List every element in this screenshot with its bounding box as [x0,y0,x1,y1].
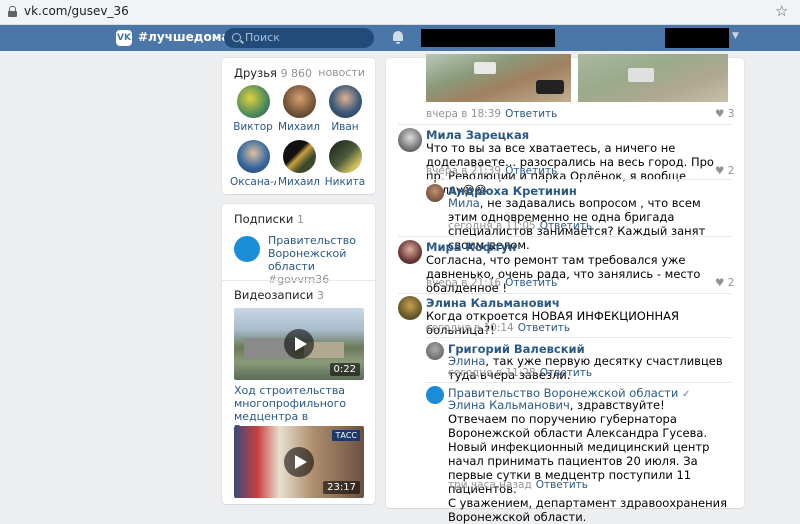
comment-author[interactable]: Мила Зарецкая [426,128,529,142]
friends-news-link[interactable]: новости [318,66,365,79]
profile-menu-redacted[interactable] [665,28,729,48]
avatar [236,140,270,173]
car-shape [536,80,564,94]
comment-author[interactable]: Мира Кофтун [426,240,516,254]
video-thumbnail[interactable]: 0:22 [234,308,364,380]
avatar[interactable] [426,342,444,360]
reply-button[interactable]: Ответить [505,277,557,289]
divider [398,124,732,125]
heart-icon: ♥ [715,108,725,120]
avatar [282,140,316,173]
avatar[interactable] [398,296,422,320]
like-button[interactable]: ♥ 2 [715,165,734,177]
video-thumbnail[interactable]: ТАСС 23:17 [234,426,364,498]
like-button[interactable]: ♥ 3 [715,108,734,120]
search-icon [232,33,241,42]
divider [398,236,732,237]
avatar [328,85,362,118]
lock-icon [8,6,17,17]
tass-badge: ТАСС [332,430,360,441]
redacted-block [421,29,555,47]
avatar [328,140,362,173]
url-text[interactable]: vk.com/gusev_36 [24,4,129,18]
search-placeholder: Поиск [245,31,280,44]
friends-count: 9 860 [280,67,313,80]
avatar [282,85,316,118]
star-icon[interactable]: ☆ [775,2,788,20]
reply-button[interactable]: Ответить [518,322,570,334]
comment-meta: вчера в 21:16 Ответить [426,277,558,289]
avatar[interactable] [398,128,422,152]
vk-logo[interactable]: VK [116,30,132,46]
comment-meta: три часа назад Ответить [448,479,588,491]
avatar [236,85,270,118]
post-meta: вчера в 18:39 Ответить [426,108,558,120]
mention-link[interactable]: Мила [448,196,480,210]
divider [426,337,732,338]
friend-item[interactable]: Михаил [276,85,322,133]
friend-item[interactable]: Виктор [230,85,276,133]
friend-item[interactable]: Оксана-Ал... [230,140,276,188]
reply-button[interactable]: Ответить [505,165,557,177]
comment-meta: сегодня в 10:14 Ответить [426,322,571,334]
subscription-item[interactable]: Правительство Воронежской области #govvr… [268,234,372,286]
reply-button[interactable]: Ответить [536,479,588,491]
avatar[interactable] [398,240,422,264]
play-icon[interactable] [284,329,314,359]
divider [426,179,732,180]
divider [398,293,732,294]
mention-link[interactable]: Элина Кальманович [448,398,570,412]
mention-link[interactable]: Элина [448,354,485,368]
chevron-down-icon[interactable]: ▼ [732,31,739,41]
heart-icon: ♥ [715,277,725,289]
divider [222,280,375,281]
videos-title[interactable]: Видеозаписи 3 [234,288,324,302]
friend-item[interactable]: Никита [322,140,368,188]
subscriptions-title[interactable]: Подписки 1 [234,212,304,226]
video-duration: 0:22 [329,363,360,376]
divider [426,382,732,383]
play-icon[interactable] [284,447,314,477]
search-input[interactable]: Поиск [224,28,374,48]
friend-item[interactable]: Михаил [276,140,322,188]
subscriptions-card: Подписки 1 Правительство Воронежской обл… [222,204,375,504]
comment-meta: сегодня в 11:28 Ответить [448,367,593,379]
reply-button[interactable]: Ответить [505,108,557,120]
friends-card: Друзья 9 860 новости Виктор Михаил Иван … [222,58,375,194]
comment-meta: вчера в 21:39 Ответить [426,165,558,177]
comments-card: вчера в 18:39 Ответить ♥ 3 Мила Зарецкая … [386,54,744,524]
friend-item[interactable]: Иван [322,85,368,133]
top-header: VK #лучшедома Поиск ▼ [0,25,800,51]
comment-meta: сегодня в 11:05 Ответить [448,220,593,232]
comment-text: Элина Кальманович, здравствуйте! Отвечае… [448,398,727,524]
video-duration: 23:17 [323,481,360,494]
comment-author[interactable]: Элина Кальманович [426,296,560,310]
like-button[interactable]: ♥ 2 [715,277,734,289]
reply-button[interactable]: Ответить [540,367,592,379]
reply-button[interactable]: Ответить [540,220,592,232]
post-image[interactable] [578,54,728,102]
avatar[interactable] [426,386,444,404]
car-shape [628,68,654,82]
post-image[interactable] [426,54,571,102]
bell-icon[interactable] [393,31,403,44]
header-hashtag[interactable]: #лучшедома [138,30,230,44]
avatar[interactable] [234,236,260,262]
car-shape [474,62,496,74]
heart-icon: ♥ [715,165,725,177]
browser-url-bar[interactable]: vk.com/gusev_36 ☆ [0,0,800,25]
friends-title[interactable]: Друзья 9 860 [234,66,312,80]
